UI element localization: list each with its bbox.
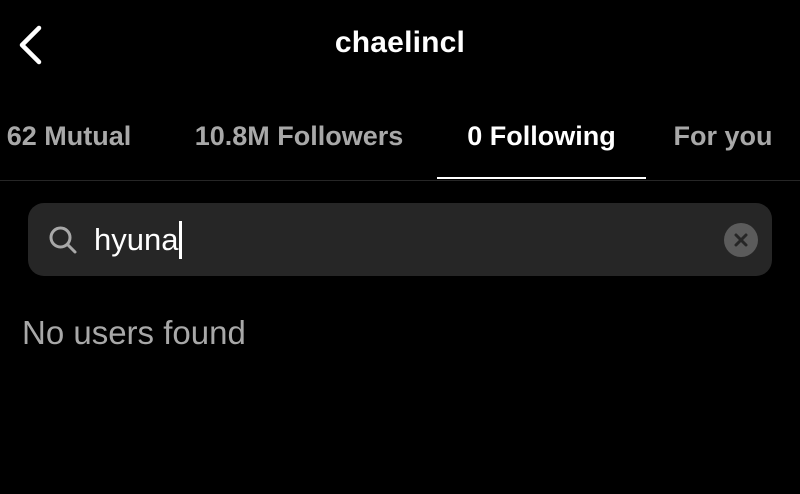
- tab-mutual[interactable]: 62 Mutual: [0, 92, 150, 180]
- search-input[interactable]: hyuna: [94, 217, 183, 262]
- clear-icon: [734, 233, 748, 247]
- text-cursor: [179, 220, 183, 259]
- tab-following[interactable]: 0 Following: [437, 92, 646, 180]
- tab-bar: 62 Mutual 10.8M Followers 0 Following Fo…: [0, 92, 800, 180]
- empty-results-message: No users found: [22, 314, 246, 351]
- tab-followers[interactable]: 10.8M Followers: [175, 92, 423, 180]
- search-bar[interactable]: hyuna: [28, 203, 772, 276]
- tab-for-you[interactable]: For you: [660, 92, 786, 180]
- page-title: chaelincl: [334, 26, 466, 59]
- tabs-divider: [0, 180, 800, 181]
- search-input-value: hyuna: [94, 221, 179, 257]
- clear-search-button[interactable]: [724, 223, 758, 257]
- header: chaelincl: [0, 0, 800, 92]
- active-tab-indicator: [437, 177, 646, 179]
- search-icon: [49, 226, 77, 254]
